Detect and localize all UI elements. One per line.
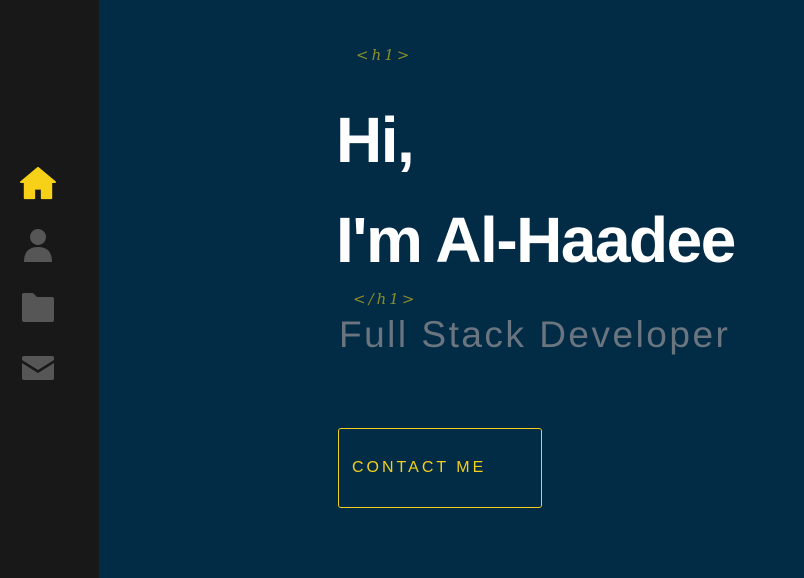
role-subtitle: Full Stack Developer: [339, 314, 731, 355]
h1-close-tag: </h1>: [353, 290, 418, 308]
nav-contact[interactable]: [20, 350, 56, 386]
home-icon: [20, 166, 56, 200]
name-heading: I'm Al-Haadee: [336, 204, 736, 276]
greeting-heading: Hi,: [336, 104, 415, 176]
folder-icon: [22, 293, 54, 322]
nav-home[interactable]: [20, 165, 56, 201]
hero-section: <h1> Hi, I'm Al-Haadee </h1> Full Stack …: [99, 0, 804, 578]
envelope-icon: [22, 356, 54, 380]
sidebar: [0, 0, 99, 578]
nav-about[interactable]: [20, 227, 56, 263]
h1-open-tag: <h1>: [356, 46, 413, 64]
nav-projects[interactable]: [20, 289, 56, 325]
user-icon: [24, 229, 52, 262]
contact-me-button[interactable]: CONTACT ME: [338, 428, 542, 508]
